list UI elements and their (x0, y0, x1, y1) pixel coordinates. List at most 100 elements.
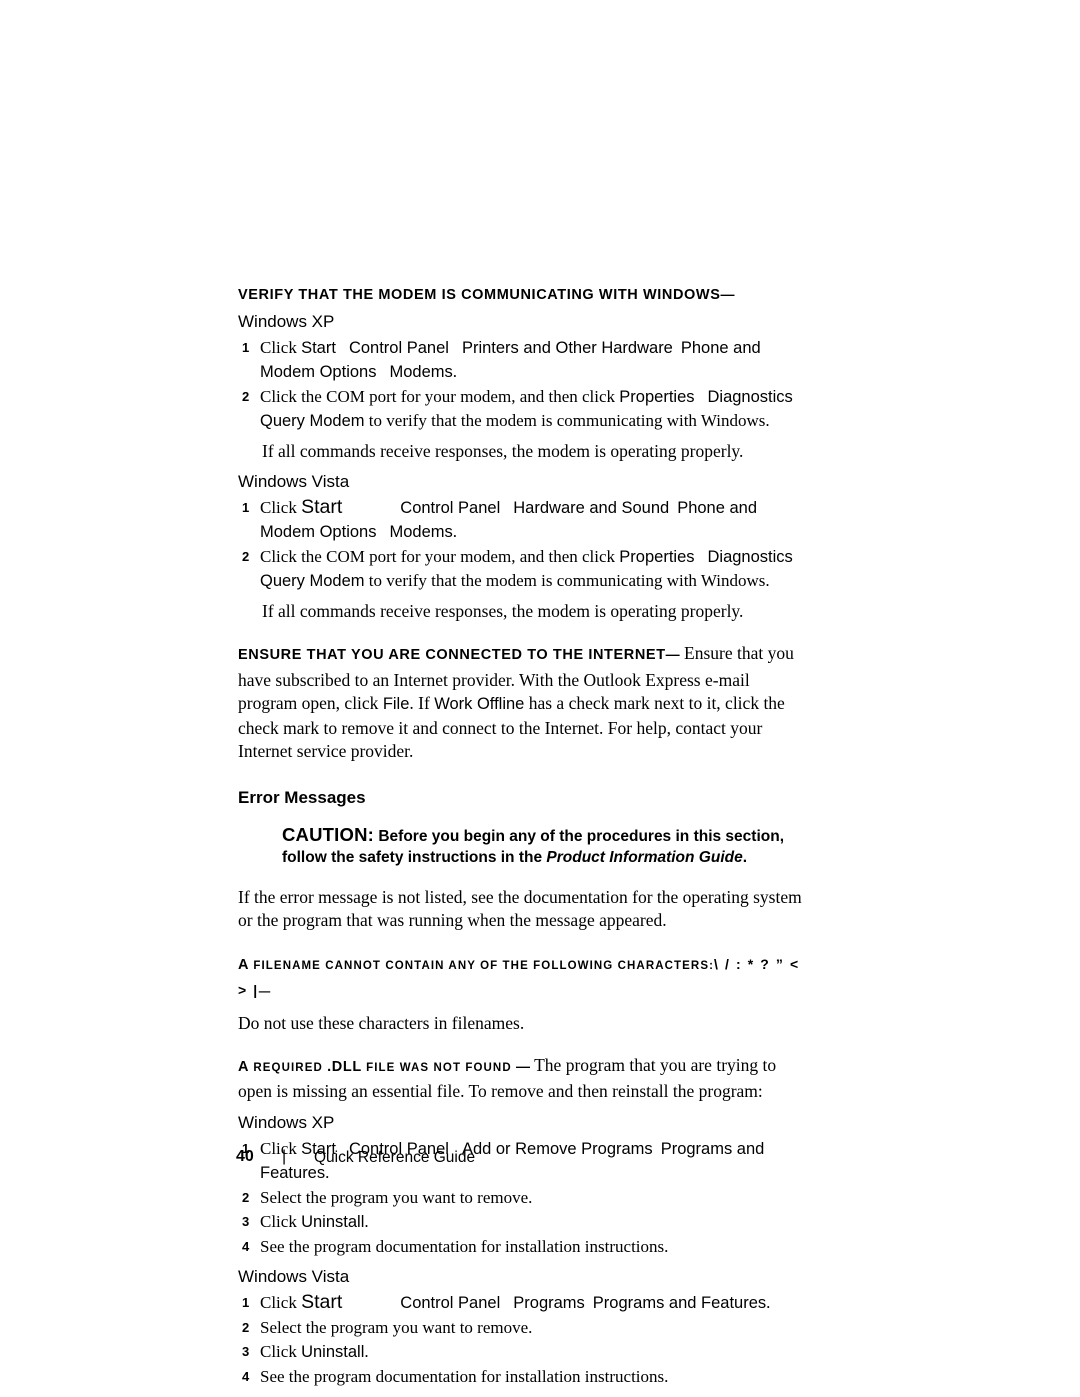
steps-xp-modem: 1 Click Start Control Panel Printers and Ot… (238, 336, 810, 433)
caution-guide-title: Product Information Guide (546, 848, 743, 866)
ui-programs: Programs (513, 1293, 585, 1312)
ui-query-modem: Query Modem (260, 412, 365, 430)
step-text: Click (260, 338, 302, 357)
step-number: 4 (242, 1238, 250, 1254)
step-tail: . (364, 1341, 369, 1361)
ui-start: Start (301, 339, 336, 357)
page-title: Error Messages (238, 787, 366, 807)
heading-filename-a: A (238, 956, 250, 973)
step-tail: . (766, 1292, 771, 1312)
heading-filename-text: filename cannot contain any of the follo… (249, 959, 715, 972)
list-item: 4 See the program documentation for insta… (238, 1235, 810, 1258)
step-text: Select the program you want to remove. (260, 1187, 533, 1207)
heading-internet-check: Ensure that you are connected to the Int… (238, 646, 680, 663)
ui-modems: Modems (389, 523, 453, 541)
note-vista-modem: If all commands receive responses, the m… (262, 601, 744, 621)
list-item: 3 Click Uninstall. (238, 1210, 810, 1234)
step-text: Click (260, 1292, 302, 1312)
ui-control-panel: Control Panel (400, 499, 501, 517)
heading-filename-dash: — (258, 986, 272, 998)
step-tail: . (364, 1211, 369, 1231)
step-text: Click the COM port for your modem, and t… (260, 547, 620, 566)
os-label-windows-vista-dll: Windows Vista (238, 1266, 350, 1286)
ui-properties: Properties (619, 548, 695, 566)
page-footer: 40 | Quick Reference Guide (236, 1148, 836, 1172)
os-label-windows-xp: Windows XP (238, 312, 335, 331)
ui-diagnostics: Diagnostics (707, 548, 793, 566)
footer-title: Quick Reference Guide (314, 1149, 476, 1166)
step-text: Click (260, 1211, 302, 1231)
paragraph-dll-error: A required .DLL file was not found — The… (238, 1054, 810, 1104)
step-number: 4 (242, 1368, 250, 1384)
step-number: 3 (242, 1343, 250, 1359)
ui-file-menu: File (382, 695, 410, 713)
heading-dll-extension: .DLL (327, 1058, 362, 1075)
step-number: 1 (242, 1294, 250, 1310)
step-text: Click the COM port for your modem, and t… (260, 387, 620, 406)
footer-divider: | (282, 1148, 287, 1165)
ui-start-orb: Start (301, 1290, 343, 1313)
ui-modems: Modems (389, 363, 453, 381)
step-number: 3 (242, 1213, 250, 1229)
os-label-windows-xp-dll: Windows XP (238, 1112, 335, 1132)
ui-work-offline: Work Offline (434, 695, 525, 713)
heading-verify-modem-text: Verify that the modem is communicating w… (238, 287, 643, 303)
step-text: Click (260, 498, 302, 517)
list-item: 2 Click the COM port for your modem, and … (238, 545, 810, 593)
step-tail: to verify that the modem is communicatin… (364, 571, 770, 590)
paragraph-internet-check: Ensure that you are connected to the Int… (238, 642, 810, 764)
heading-dll-a: A (238, 1058, 250, 1075)
ui-query-modem: Query Modem (260, 572, 365, 590)
heading-filename-error: A filename cannot contain any of the fol… (238, 956, 715, 973)
caution-admonition: CAUTION: Before you begin any of the pro… (282, 824, 807, 868)
step-tail: . (452, 362, 457, 381)
steps-vista-dll: 1 Click Start Control Panel Programs Program… (238, 1291, 810, 1388)
ui-hardware-and-sound: Hardware and Sound (513, 499, 670, 517)
list-item: 1 Click Start Control Panel Hardware and So… (238, 496, 810, 544)
step-number: 2 (242, 1319, 250, 1335)
list-item: 3 Click Uninstall. (238, 1340, 810, 1364)
ui-diagnostics: Diagnostics (707, 388, 793, 406)
os-label-windows-vista: Windows Vista (238, 472, 350, 491)
heading-dll-dash: — (516, 1057, 531, 1074)
caution-text-2: . (742, 848, 748, 866)
ui-properties: Properties (619, 388, 695, 406)
paragraph-filename-error: A filename cannot contain any of the fol… (238, 952, 810, 1005)
list-item: 1 Click Start Control Panel Programs Program… (238, 1291, 810, 1315)
step-number: 1 (242, 340, 250, 355)
caution-keyword: CAUTION: (282, 823, 375, 845)
ui-programs-and-features: Programs and Features (592, 1293, 767, 1312)
document-page: Verify that the modem is communicating w… (0, 0, 1080, 1397)
heading-dll-text-1: required (249, 1061, 328, 1074)
heading-verify-modem-windows: Windows (643, 287, 721, 303)
page-content: Verify that the modem is communicating w… (238, 286, 810, 1389)
step-text: Select the program you want to remove. (260, 1317, 533, 1337)
paragraph-error-intro: If the error message is not listed, see … (238, 886, 802, 931)
ui-uninstall: Uninstall (301, 1342, 365, 1361)
heading-internet-check-dash: — (665, 646, 680, 662)
note-xp-modem: If all commands receive responses, the m… (262, 441, 744, 461)
step-text: See the program documentation for instal… (260, 1236, 669, 1256)
list-item: 2 Click the COM port for your modem, and … (238, 385, 810, 433)
ui-uninstall: Uninstall (301, 1212, 365, 1231)
step-text: Click (260, 1341, 302, 1361)
heading-dll-error: A required .DLL file was not found — (238, 1058, 530, 1075)
heading-internet-check-internet: Internet (588, 647, 666, 663)
paragraph-filename-body: Do not use these characters in filenames… (238, 1012, 525, 1033)
step-tail: to verify that the modem is communicatin… (364, 411, 770, 430)
page-number: 40 (236, 1148, 254, 1165)
list-item: 2 Select the program you want to remove. (238, 1186, 810, 1209)
step-text: See the program documentation for instal… (260, 1366, 669, 1386)
ui-printers-other-hardware: Printers and Other Hardware (461, 339, 673, 357)
heading-verify-modem-dash: — (720, 286, 735, 302)
step-number: 2 (242, 1189, 250, 1205)
step-number: 2 (242, 389, 250, 404)
step-number: 1 (242, 500, 250, 515)
ui-control-panel: Control Panel (348, 339, 449, 357)
steps-vista-modem: 1 Click Start Control Panel Hardware and So… (238, 496, 810, 593)
ui-control-panel: Control Panel (400, 1293, 501, 1312)
internet-check-text-2: . If (409, 693, 435, 713)
heading-internet-check-text: Ensure that you are connected to the (238, 647, 589, 663)
heading-verify-modem: Verify that the modem is communicating w… (238, 286, 810, 303)
step-number: 2 (242, 549, 250, 564)
